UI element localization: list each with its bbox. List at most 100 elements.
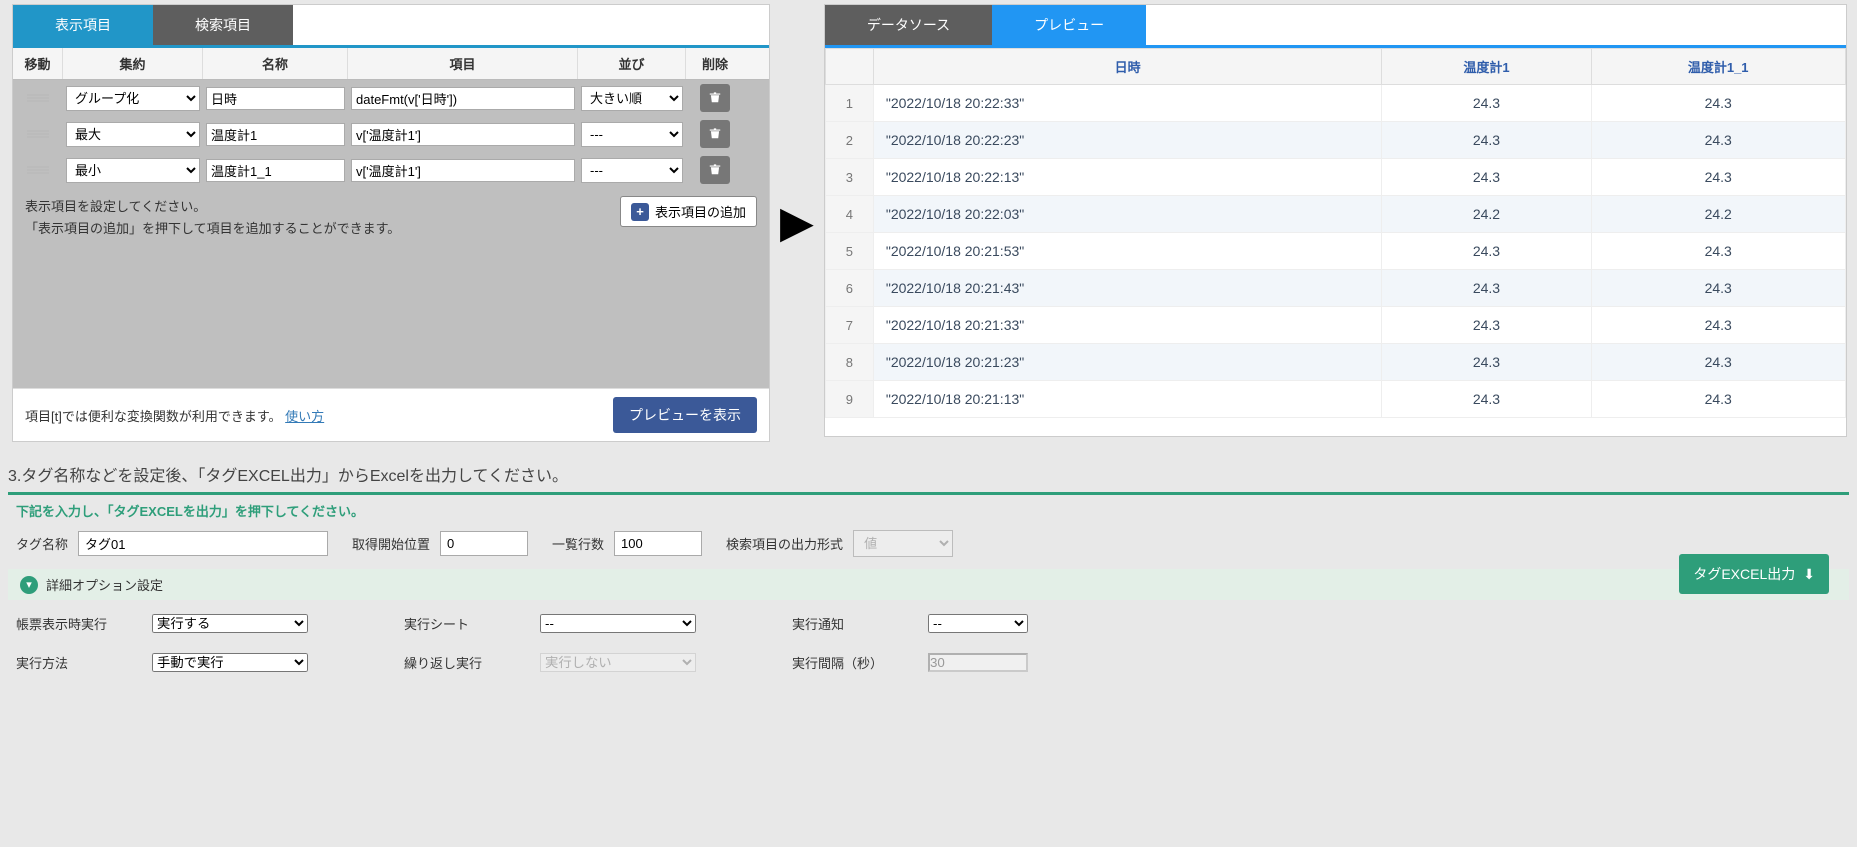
- footer-note: 項目[t]では便利な変換関数が利用できます。: [25, 409, 282, 424]
- table-row: 9"2022/10/18 20:21:13"24.324.3: [825, 381, 1845, 418]
- download-icon: ⬇: [1803, 566, 1815, 583]
- row-number: 5: [825, 233, 873, 270]
- grid-row: グループ化最大最小 大きい順---: [13, 80, 769, 116]
- tag-excel-export-button[interactable]: タグEXCEL出力 ⬇: [1679, 554, 1829, 594]
- sort-order-select[interactable]: 大きい順---: [581, 158, 683, 183]
- hint-line-1: 表示項目を設定してください。: [25, 196, 400, 218]
- cell-temp1: 24.3: [1382, 381, 1591, 418]
- label-exec-sheet: 実行シート: [404, 614, 522, 633]
- aggregation-select[interactable]: グループ化最大最小: [66, 158, 200, 183]
- tab-datasource[interactable]: データソース: [825, 5, 992, 45]
- delete-row-button[interactable]: [700, 84, 730, 112]
- label-repeat-exec: 繰り返し実行: [404, 653, 522, 672]
- col-header-del: 削除: [686, 48, 744, 79]
- cell-datetime: "2022/10/18 20:22:23": [873, 122, 1382, 159]
- tab-display-items[interactable]: 表示項目: [13, 5, 153, 45]
- add-button-label: 表示項目の追加: [655, 202, 746, 221]
- tab-preview[interactable]: プレビュー: [992, 5, 1146, 45]
- usage-link[interactable]: 使い方: [285, 409, 324, 424]
- preview-col-temp1: 温度計1: [1382, 49, 1591, 85]
- cell-temp1: 24.3: [1382, 344, 1591, 381]
- cell-datetime: "2022/10/18 20:22:33": [873, 85, 1382, 122]
- row-number: 8: [825, 344, 873, 381]
- exec-on-display-select[interactable]: 実行する: [152, 614, 308, 633]
- item-expression-input[interactable]: [351, 123, 575, 146]
- label-list-rows: 一覧行数: [552, 534, 604, 553]
- drag-handle-icon[interactable]: [13, 130, 63, 138]
- exec-method-select[interactable]: 手動で実行: [152, 653, 308, 672]
- table-row: 8"2022/10/18 20:21:23"24.324.3: [825, 344, 1845, 381]
- cell-temp1: 24.3: [1382, 85, 1591, 122]
- exec-sheet-select[interactable]: --: [540, 614, 696, 633]
- tag-name-input[interactable]: [78, 531, 328, 556]
- cell-temp1-1: 24.2: [1591, 196, 1845, 233]
- cell-temp1: 24.3: [1382, 270, 1591, 307]
- label-exec-method: 実行方法: [16, 653, 134, 672]
- cell-temp1-1: 24.3: [1591, 122, 1845, 159]
- section3-title: 3.タグ名称などを設定後、「タグEXCEL出力」からExcelを出力してください…: [8, 460, 1849, 492]
- row-number: 1: [825, 85, 873, 122]
- cell-datetime: "2022/10/18 20:21:43": [873, 270, 1382, 307]
- cell-datetime: "2022/10/18 20:21:53": [873, 233, 1382, 270]
- row-number: 2: [825, 122, 873, 159]
- cell-temp1: 24.3: [1382, 122, 1591, 159]
- arrow-right-icon: ▶: [780, 201, 814, 245]
- row-number: 4: [825, 196, 873, 233]
- table-row: 4"2022/10/18 20:22:03"24.224.2: [825, 196, 1845, 233]
- preview-col-datetime: 日時: [873, 49, 1382, 85]
- label-exec-interval: 実行間隔（秒）: [792, 653, 910, 672]
- cell-datetime: "2022/10/18 20:22:03": [873, 196, 1382, 233]
- col-header-agg: 集約: [63, 48, 203, 79]
- export-button-label: タグEXCEL出力: [1693, 564, 1795, 584]
- sort-order-select[interactable]: 大きい順---: [581, 86, 683, 111]
- row-number: 7: [825, 307, 873, 344]
- table-row: 2"2022/10/18 20:22:23"24.324.3: [825, 122, 1845, 159]
- grid-row: グループ化最大最小 大きい順---: [13, 116, 769, 152]
- drag-handle-icon[interactable]: [13, 94, 63, 102]
- row-number: 9: [825, 381, 873, 418]
- cell-temp1-1: 24.3: [1591, 85, 1845, 122]
- advanced-options-toggle[interactable]: ▾ 詳細オプション設定: [8, 569, 1849, 600]
- aggregation-select[interactable]: グループ化最大最小: [66, 86, 200, 111]
- drag-handle-icon[interactable]: [13, 166, 63, 174]
- cell-temp1-1: 24.3: [1591, 233, 1845, 270]
- exec-notify-select[interactable]: --: [928, 614, 1028, 633]
- list-rows-input[interactable]: [614, 531, 702, 556]
- display-name-input[interactable]: [206, 159, 345, 182]
- item-expression-input[interactable]: [351, 159, 575, 182]
- hint-line-2: 「表示項目の追加」を押下して項目を追加することができます。: [25, 218, 400, 240]
- item-expression-input[interactable]: [351, 87, 575, 110]
- cell-datetime: "2022/10/18 20:22:13": [873, 159, 1382, 196]
- tab-search-items[interactable]: 検索項目: [153, 5, 293, 45]
- col-header-name: 名称: [203, 48, 348, 79]
- exec-interval-input: [928, 653, 1028, 672]
- cell-temp1: 24.2: [1382, 196, 1591, 233]
- label-exec-on-display: 帳票表示時実行: [16, 614, 134, 633]
- row-number: 3: [825, 159, 873, 196]
- row-number: 6: [825, 270, 873, 307]
- display-name-input[interactable]: [206, 123, 345, 146]
- display-name-input[interactable]: [206, 87, 345, 110]
- cell-temp1-1: 24.3: [1591, 381, 1845, 418]
- aggregation-select[interactable]: グループ化最大最小: [66, 122, 200, 147]
- delete-row-button[interactable]: [700, 156, 730, 184]
- section3-instruction: 下記を入力し、「タグEXCELを出力」を押下してください。: [16, 501, 1841, 520]
- cell-temp1-1: 24.3: [1591, 344, 1845, 381]
- col-header-sort: 並び: [578, 48, 686, 79]
- table-row: 5"2022/10/18 20:21:53"24.324.3: [825, 233, 1845, 270]
- chevron-down-icon: ▾: [20, 576, 38, 594]
- start-pos-input[interactable]: [440, 531, 528, 556]
- cell-datetime: "2022/10/18 20:21:23": [873, 344, 1382, 381]
- col-header-move: 移動: [13, 48, 63, 79]
- show-preview-button[interactable]: プレビューを表示: [613, 397, 757, 433]
- label-search-format: 検索項目の出力形式: [726, 534, 843, 553]
- grid-row: グループ化最大最小 大きい順---: [13, 152, 769, 188]
- sort-order-select[interactable]: 大きい順---: [581, 122, 683, 147]
- col-header-item: 項目: [348, 48, 578, 79]
- delete-row-button[interactable]: [700, 120, 730, 148]
- add-display-item-button[interactable]: + 表示項目の追加: [620, 196, 757, 227]
- repeat-exec-select: 実行しない: [540, 653, 696, 672]
- table-row: 3"2022/10/18 20:22:13"24.324.3: [825, 159, 1845, 196]
- cell-datetime: "2022/10/18 20:21:33": [873, 307, 1382, 344]
- preview-col-rownum: [825, 49, 873, 85]
